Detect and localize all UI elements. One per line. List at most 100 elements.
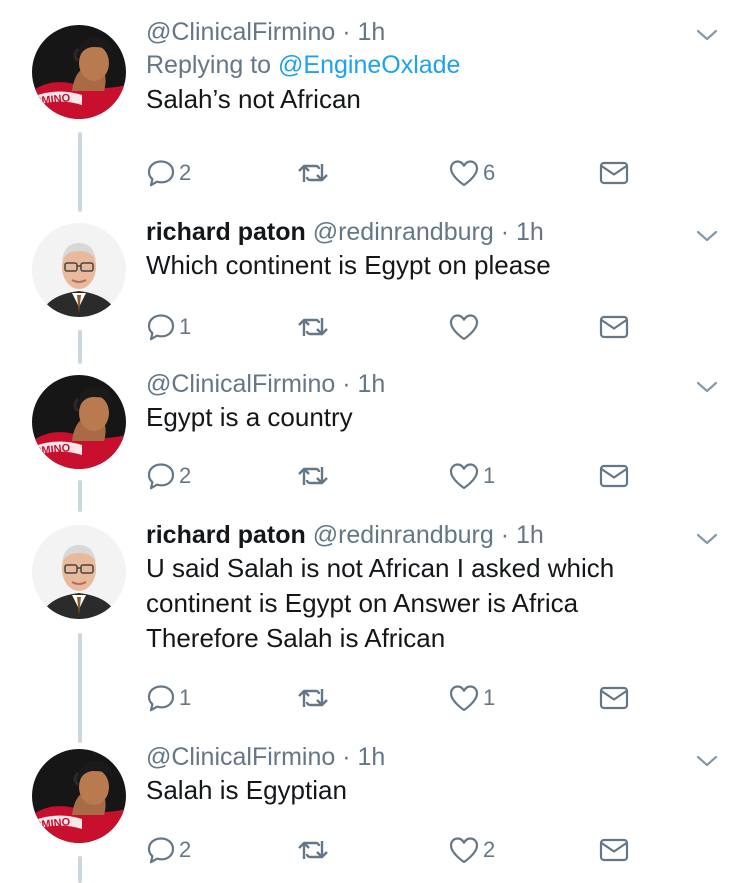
retweet-icon: [296, 683, 330, 713]
heart-icon: [448, 835, 480, 865]
author-handle[interactable]: @redinrandburg: [313, 218, 494, 246]
like-button[interactable]: 6: [448, 157, 495, 189]
retweet-icon: [296, 312, 330, 342]
tweet-text: Egypt is a country: [146, 400, 680, 435]
separator-dot: ·: [342, 370, 351, 398]
reply-button[interactable]: 2: [146, 157, 191, 189]
avatar[interactable]: [32, 525, 126, 619]
separator-dot: ·: [500, 218, 510, 246]
reply-icon: [146, 461, 176, 491]
heart-icon: [448, 683, 480, 713]
tweet-text-line: U said Salah is not African I asked whic…: [146, 553, 615, 583]
dm-button[interactable]: [598, 157, 630, 189]
timestamp[interactable]: 1h: [358, 18, 386, 46]
tweet-header: @ClinicalFirmino · 1h: [146, 368, 680, 400]
tweet[interactable]: RMINO @ClinicalFirmino · 1h Egypt is a c…: [0, 358, 750, 510]
replying-to: Replying to @EngineOxlade: [146, 48, 680, 82]
timestamp[interactable]: 1h: [358, 743, 386, 771]
envelope-icon: [598, 158, 630, 188]
tweet-text: Which continent is Egypt on please: [146, 248, 680, 283]
like-button[interactable]: [448, 311, 483, 343]
avatar[interactable]: RMINO: [32, 749, 126, 843]
reply-button[interactable]: 2: [146, 460, 191, 492]
like-count: 1: [483, 685, 496, 710]
chevron-down-icon[interactable]: [696, 380, 718, 394]
author-handle[interactable]: @ClinicalFirmino: [146, 743, 335, 771]
tweet-header: @ClinicalFirmino · 1h: [146, 741, 680, 773]
dm-button[interactable]: [598, 311, 630, 343]
like-button[interactable]: 2: [448, 834, 495, 866]
retweet-button[interactable]: [296, 834, 333, 866]
timestamp[interactable]: 1h: [516, 218, 544, 246]
separator-dot: ·: [342, 743, 351, 771]
tweet-text: U said Salah is not African I asked whic…: [146, 551, 680, 656]
reply-count: 1: [179, 314, 192, 339]
retweet-button[interactable]: [296, 311, 333, 343]
retweet-icon: [296, 835, 330, 865]
tweet-text-line: Therefore Salah is African: [146, 623, 446, 653]
author-handle[interactable]: @ClinicalFirmino: [146, 370, 335, 398]
retweet-icon: [296, 158, 330, 188]
tweet-text: Salah is Egyptian: [146, 773, 680, 808]
reply-button[interactable]: 1: [146, 311, 191, 343]
like-count: 6: [483, 160, 496, 185]
avatar[interactable]: [32, 223, 126, 317]
timestamp[interactable]: 1h: [358, 370, 386, 398]
reply-count: 2: [179, 463, 192, 488]
heart-icon: [448, 312, 480, 342]
author-name[interactable]: richard paton: [146, 218, 306, 246]
tweet[interactable]: richard paton @redinrandburg · 1h U said…: [0, 510, 750, 732]
author-handle[interactable]: @redinrandburg: [313, 521, 494, 549]
envelope-icon: [598, 312, 630, 342]
heart-icon: [448, 158, 480, 188]
reply-count: 2: [179, 160, 192, 185]
like-button[interactable]: 1: [448, 460, 495, 492]
heart-icon: [448, 461, 480, 491]
avatar[interactable]: RMINO: [32, 25, 126, 119]
chevron-down-icon[interactable]: [696, 754, 718, 768]
tweet-text-line: Which continent is Egypt on please: [146, 250, 551, 280]
reply-icon: [146, 312, 176, 342]
tweet-header: richard paton @redinrandburg · 1h: [146, 216, 680, 248]
chevron-down-icon[interactable]: [696, 28, 718, 42]
reply-count: 2: [179, 837, 192, 862]
reply-count: 1: [179, 685, 192, 710]
dm-button[interactable]: [598, 682, 630, 714]
reply-button[interactable]: 1: [146, 682, 191, 714]
tweet-header: @ClinicalFirmino · 1h: [146, 16, 680, 48]
retweet-icon: [296, 461, 330, 491]
author-handle[interactable]: @ClinicalFirmino: [146, 18, 335, 46]
retweet-button[interactable]: [296, 157, 333, 189]
like-count: 1: [483, 463, 496, 488]
envelope-icon: [598, 683, 630, 713]
tweet-text-line: Salah’s not African: [146, 84, 361, 114]
timestamp[interactable]: 1h: [516, 521, 544, 549]
separator-dot: ·: [500, 521, 510, 549]
like-button[interactable]: 1: [448, 682, 495, 714]
retweet-button[interactable]: [296, 682, 333, 714]
tweet-text: Salah’s not African: [146, 82, 680, 117]
reply-icon: [146, 835, 176, 865]
reply-icon: [146, 158, 176, 188]
avatar[interactable]: RMINO: [32, 375, 126, 469]
tweet-text-line: continent is Egypt on Answer is Africa: [146, 588, 579, 618]
mention-link[interactable]: @EngineOxlade: [278, 51, 460, 79]
reply-button[interactable]: 2: [146, 834, 191, 866]
dm-button[interactable]: [598, 460, 630, 492]
separator-dot: ·: [342, 18, 351, 46]
like-count: 2: [483, 837, 496, 862]
envelope-icon: [598, 835, 630, 865]
tweet[interactable]: RMINO @ClinicalFirmino · 1h Replying to …: [0, 0, 750, 205]
tweet[interactable]: RMINO @ClinicalFirmino · 1h Salah is Egy…: [0, 732, 750, 883]
tweet[interactable]: richard paton @redinrandburg · 1h Which …: [0, 205, 750, 358]
retweet-button[interactable]: [296, 460, 333, 492]
reply-icon: [146, 683, 176, 713]
tweet-text-line: Salah is Egyptian: [146, 775, 347, 805]
author-name[interactable]: richard paton: [146, 521, 306, 549]
tweet-text-line: Egypt is a country: [146, 402, 353, 432]
chevron-down-icon[interactable]: [696, 229, 718, 243]
chevron-down-icon[interactable]: [696, 532, 718, 546]
dm-button[interactable]: [598, 834, 630, 866]
envelope-icon: [598, 461, 630, 491]
tweet-header: richard paton @redinrandburg · 1h: [146, 519, 680, 551]
